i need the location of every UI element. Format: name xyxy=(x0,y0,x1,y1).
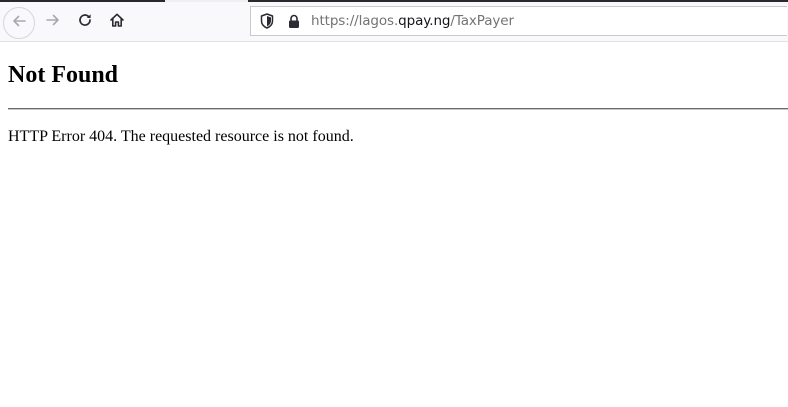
error-message: HTTP Error 404. The requested resource i… xyxy=(8,128,354,145)
home-icon xyxy=(109,12,125,33)
back-button[interactable] xyxy=(3,7,35,39)
url-host: qpay.ng xyxy=(398,13,451,29)
arrow-right-icon xyxy=(45,12,61,33)
arrow-left-icon xyxy=(11,13,27,34)
forward-button[interactable] xyxy=(37,6,69,38)
url-scheme: https:// xyxy=(311,13,359,29)
reload-button[interactable] xyxy=(69,6,101,38)
lock-icon[interactable] xyxy=(287,13,301,29)
page-title: Not Found xyxy=(8,62,119,88)
reload-icon xyxy=(77,12,93,33)
url-text[interactable]: https://lagos.qpay.ng/TaxPayer xyxy=(311,13,514,29)
home-button[interactable] xyxy=(101,6,133,38)
url-subdomain: lagos. xyxy=(358,13,399,29)
url-path: /TaxPayer xyxy=(450,13,514,29)
address-bar[interactable]: https://lagos.qpay.ng/TaxPayer xyxy=(250,6,787,36)
page-content: Not Found HTTP Error 404. The requested … xyxy=(0,42,788,407)
shield-icon[interactable] xyxy=(259,13,275,29)
divider xyxy=(8,108,788,110)
navigation-toolbar: https://lagos.qpay.ng/TaxPayer xyxy=(0,2,788,42)
